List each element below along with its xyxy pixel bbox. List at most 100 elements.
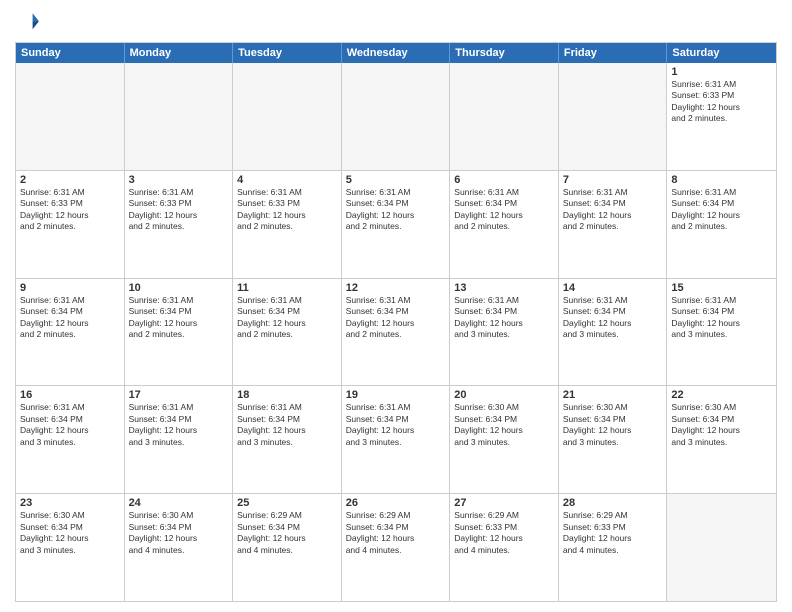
day-cell: 4Sunrise: 6:31 AM Sunset: 6:33 PM Daylig… — [233, 171, 342, 278]
day-cell — [667, 494, 776, 601]
day-number: 6 — [454, 174, 554, 186]
weeks: 1Sunrise: 6:31 AM Sunset: 6:33 PM Daylig… — [16, 63, 776, 601]
day-number: 26 — [346, 497, 446, 509]
day-info: Sunrise: 6:31 AM Sunset: 6:34 PM Dayligh… — [346, 295, 446, 341]
day-number: 28 — [563, 497, 663, 509]
day-info: Sunrise: 6:31 AM Sunset: 6:34 PM Dayligh… — [237, 402, 337, 448]
day-number: 18 — [237, 389, 337, 401]
day-info: Sunrise: 6:31 AM Sunset: 6:34 PM Dayligh… — [20, 402, 120, 448]
day-cell: 21Sunrise: 6:30 AM Sunset: 6:34 PM Dayli… — [559, 386, 668, 493]
day-cell: 16Sunrise: 6:31 AM Sunset: 6:34 PM Dayli… — [16, 386, 125, 493]
day-number: 12 — [346, 282, 446, 294]
page: SundayMondayTuesdayWednesdayThursdayFrid… — [0, 0, 792, 612]
day-info: Sunrise: 6:31 AM Sunset: 6:34 PM Dayligh… — [454, 295, 554, 341]
day-number: 27 — [454, 497, 554, 509]
day-number: 14 — [563, 282, 663, 294]
day-info: Sunrise: 6:31 AM Sunset: 6:34 PM Dayligh… — [20, 295, 120, 341]
week-row-4: 23Sunrise: 6:30 AM Sunset: 6:34 PM Dayli… — [16, 493, 776, 601]
day-info: Sunrise: 6:31 AM Sunset: 6:33 PM Dayligh… — [20, 187, 120, 233]
day-number: 24 — [129, 497, 229, 509]
day-cell: 26Sunrise: 6:29 AM Sunset: 6:34 PM Dayli… — [342, 494, 451, 601]
day-number: 8 — [671, 174, 772, 186]
day-cell: 20Sunrise: 6:30 AM Sunset: 6:34 PM Dayli… — [450, 386, 559, 493]
logo-icon — [15, 10, 39, 34]
day-header-monday: Monday — [125, 43, 234, 63]
day-number: 13 — [454, 282, 554, 294]
day-info: Sunrise: 6:29 AM Sunset: 6:33 PM Dayligh… — [454, 510, 554, 556]
week-row-3: 16Sunrise: 6:31 AM Sunset: 6:34 PM Dayli… — [16, 385, 776, 493]
day-cell: 17Sunrise: 6:31 AM Sunset: 6:34 PM Dayli… — [125, 386, 234, 493]
calendar: SundayMondayTuesdayWednesdayThursdayFrid… — [15, 42, 777, 602]
day-info: Sunrise: 6:31 AM Sunset: 6:33 PM Dayligh… — [129, 187, 229, 233]
day-cell: 14Sunrise: 6:31 AM Sunset: 6:34 PM Dayli… — [559, 279, 668, 386]
day-cell: 23Sunrise: 6:30 AM Sunset: 6:34 PM Dayli… — [16, 494, 125, 601]
day-header-saturday: Saturday — [667, 43, 776, 63]
day-info: Sunrise: 6:31 AM Sunset: 6:33 PM Dayligh… — [671, 79, 772, 125]
day-info: Sunrise: 6:31 AM Sunset: 6:34 PM Dayligh… — [563, 295, 663, 341]
day-cell: 7Sunrise: 6:31 AM Sunset: 6:34 PM Daylig… — [559, 171, 668, 278]
day-cell: 5Sunrise: 6:31 AM Sunset: 6:34 PM Daylig… — [342, 171, 451, 278]
day-number: 7 — [563, 174, 663, 186]
day-info: Sunrise: 6:30 AM Sunset: 6:34 PM Dayligh… — [454, 402, 554, 448]
day-number: 9 — [20, 282, 120, 294]
day-cell: 12Sunrise: 6:31 AM Sunset: 6:34 PM Dayli… — [342, 279, 451, 386]
day-number: 11 — [237, 282, 337, 294]
day-cell — [450, 63, 559, 170]
day-info: Sunrise: 6:29 AM Sunset: 6:33 PM Dayligh… — [563, 510, 663, 556]
day-cell: 13Sunrise: 6:31 AM Sunset: 6:34 PM Dayli… — [450, 279, 559, 386]
day-number: 21 — [563, 389, 663, 401]
day-info: Sunrise: 6:31 AM Sunset: 6:34 PM Dayligh… — [129, 402, 229, 448]
day-cell: 19Sunrise: 6:31 AM Sunset: 6:34 PM Dayli… — [342, 386, 451, 493]
day-cell: 6Sunrise: 6:31 AM Sunset: 6:34 PM Daylig… — [450, 171, 559, 278]
day-info: Sunrise: 6:31 AM Sunset: 6:34 PM Dayligh… — [129, 295, 229, 341]
week-row-2: 9Sunrise: 6:31 AM Sunset: 6:34 PM Daylig… — [16, 278, 776, 386]
day-cell: 3Sunrise: 6:31 AM Sunset: 6:33 PM Daylig… — [125, 171, 234, 278]
day-number: 25 — [237, 497, 337, 509]
day-info: Sunrise: 6:30 AM Sunset: 6:34 PM Dayligh… — [129, 510, 229, 556]
day-info: Sunrise: 6:30 AM Sunset: 6:34 PM Dayligh… — [563, 402, 663, 448]
day-info: Sunrise: 6:31 AM Sunset: 6:33 PM Dayligh… — [237, 187, 337, 233]
day-header-tuesday: Tuesday — [233, 43, 342, 63]
day-number: 1 — [671, 66, 772, 78]
day-cell — [342, 63, 451, 170]
day-header-friday: Friday — [559, 43, 668, 63]
day-number: 10 — [129, 282, 229, 294]
week-row-0: 1Sunrise: 6:31 AM Sunset: 6:33 PM Daylig… — [16, 63, 776, 170]
day-number: 5 — [346, 174, 446, 186]
day-number: 17 — [129, 389, 229, 401]
day-info: Sunrise: 6:29 AM Sunset: 6:34 PM Dayligh… — [346, 510, 446, 556]
day-number: 2 — [20, 174, 120, 186]
day-cell — [16, 63, 125, 170]
day-info: Sunrise: 6:29 AM Sunset: 6:34 PM Dayligh… — [237, 510, 337, 556]
day-info: Sunrise: 6:31 AM Sunset: 6:34 PM Dayligh… — [671, 187, 772, 233]
day-cell: 25Sunrise: 6:29 AM Sunset: 6:34 PM Dayli… — [233, 494, 342, 601]
day-number: 4 — [237, 174, 337, 186]
day-number: 23 — [20, 497, 120, 509]
day-cell: 11Sunrise: 6:31 AM Sunset: 6:34 PM Dayli… — [233, 279, 342, 386]
day-number: 19 — [346, 389, 446, 401]
day-cell: 24Sunrise: 6:30 AM Sunset: 6:34 PM Dayli… — [125, 494, 234, 601]
day-cell: 27Sunrise: 6:29 AM Sunset: 6:33 PM Dayli… — [450, 494, 559, 601]
day-info: Sunrise: 6:31 AM Sunset: 6:34 PM Dayligh… — [346, 402, 446, 448]
day-cell — [559, 63, 668, 170]
day-cell: 9Sunrise: 6:31 AM Sunset: 6:34 PM Daylig… — [16, 279, 125, 386]
day-cell: 2Sunrise: 6:31 AM Sunset: 6:33 PM Daylig… — [16, 171, 125, 278]
day-cell: 10Sunrise: 6:31 AM Sunset: 6:34 PM Dayli… — [125, 279, 234, 386]
day-cell: 1Sunrise: 6:31 AM Sunset: 6:33 PM Daylig… — [667, 63, 776, 170]
day-number: 15 — [671, 282, 772, 294]
week-row-1: 2Sunrise: 6:31 AM Sunset: 6:33 PM Daylig… — [16, 170, 776, 278]
day-cell: 15Sunrise: 6:31 AM Sunset: 6:34 PM Dayli… — [667, 279, 776, 386]
day-cell — [233, 63, 342, 170]
day-info: Sunrise: 6:30 AM Sunset: 6:34 PM Dayligh… — [671, 402, 772, 448]
day-info: Sunrise: 6:31 AM Sunset: 6:34 PM Dayligh… — [454, 187, 554, 233]
day-cell: 18Sunrise: 6:31 AM Sunset: 6:34 PM Dayli… — [233, 386, 342, 493]
day-number: 22 — [671, 389, 772, 401]
day-info: Sunrise: 6:30 AM Sunset: 6:34 PM Dayligh… — [20, 510, 120, 556]
header — [15, 10, 777, 34]
logo — [15, 10, 43, 34]
day-headers: SundayMondayTuesdayWednesdayThursdayFrid… — [16, 43, 776, 63]
day-info: Sunrise: 6:31 AM Sunset: 6:34 PM Dayligh… — [671, 295, 772, 341]
day-info: Sunrise: 6:31 AM Sunset: 6:34 PM Dayligh… — [237, 295, 337, 341]
day-number: 16 — [20, 389, 120, 401]
day-info: Sunrise: 6:31 AM Sunset: 6:34 PM Dayligh… — [346, 187, 446, 233]
